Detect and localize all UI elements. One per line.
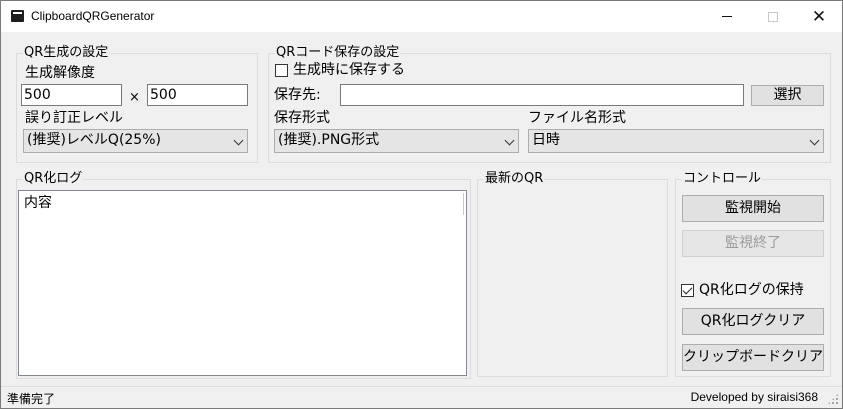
filename-format-select[interactable]: 日時 (528, 129, 824, 153)
save-dest-input[interactable] (340, 84, 744, 106)
keep-log-checkbox[interactable] (681, 284, 694, 297)
stop-monitoring-button[interactable]: 監視終了 (682, 230, 824, 257)
select-folder-button[interactable]: 選択 (751, 85, 824, 106)
chevron-down-icon (809, 135, 820, 146)
resolution-label: 生成解像度 (25, 65, 95, 81)
clear-log-button[interactable]: QR化ログクリア (682, 308, 824, 335)
minimize-icon (722, 16, 732, 17)
times-sign: × (129, 90, 140, 105)
keep-log-label[interactable]: QR化ログの保持 (699, 281, 804, 299)
filename-format-value: 日時 (532, 132, 560, 148)
clear-clipboard-button[interactable]: クリップボードクリア (682, 344, 824, 371)
resize-grip-icon[interactable] (827, 393, 839, 405)
save-format-select[interactable]: (推奨).PNG形式 (274, 129, 519, 153)
column-divider[interactable] (463, 193, 464, 215)
app-window: ClipboardQRGenerator ✕ QR生成の設定 生成解像度 500… (0, 0, 843, 409)
error-correction-select[interactable]: (推奨)レベルQ(25%) (23, 129, 248, 153)
app-icon (11, 10, 24, 22)
maximize-icon (768, 11, 778, 22)
qr-settings-title: QR生成の設定 (23, 45, 110, 61)
qr-log-title: QR化ログ (23, 171, 84, 187)
width-input[interactable]: 500 (21, 84, 122, 106)
close-button[interactable]: ✕ (796, 1, 842, 32)
qr-log-column-header[interactable]: 内容 (24, 194, 461, 212)
save-settings-title: QRコード保存の設定 (275, 45, 401, 61)
height-input[interactable]: 500 (147, 84, 248, 106)
chevron-down-icon (233, 135, 244, 146)
save-format-label: 保存形式 (274, 110, 330, 126)
control-title: コントロール (682, 171, 763, 187)
developer-credit: Developed by siraisi368 (690, 390, 818, 404)
save-format-value: (推奨).PNG形式 (278, 132, 380, 148)
save-on-generate-label[interactable]: 生成時に保存する (293, 61, 405, 79)
error-correction-value: (推奨)レベルQ(25%) (27, 132, 161, 148)
maximize-button (750, 1, 796, 32)
close-icon: ✕ (811, 6, 827, 27)
status-bar: 準備完了 Developed by siraisi368 (1, 386, 842, 408)
title-bar[interactable]: ClipboardQRGenerator ✕ (1, 1, 842, 32)
save-dest-label: 保存先: (274, 87, 321, 103)
start-monitoring-button[interactable]: 監視開始 (682, 195, 824, 222)
status-text: 準備完了 (7, 392, 56, 406)
minimize-button[interactable] (704, 1, 750, 32)
chevron-down-icon (504, 135, 515, 146)
save-on-generate-checkbox[interactable] (275, 64, 288, 77)
latest-qr-image (483, 193, 661, 371)
error-correction-label: 誤り訂正レベル (25, 110, 123, 126)
filename-format-label: ファイル名形式 (528, 110, 626, 126)
qr-log-list[interactable]: 内容 (18, 190, 467, 376)
latest-qr-title: 最新のQR (484, 171, 545, 187)
window-title: ClipboardQRGenerator (31, 9, 155, 23)
